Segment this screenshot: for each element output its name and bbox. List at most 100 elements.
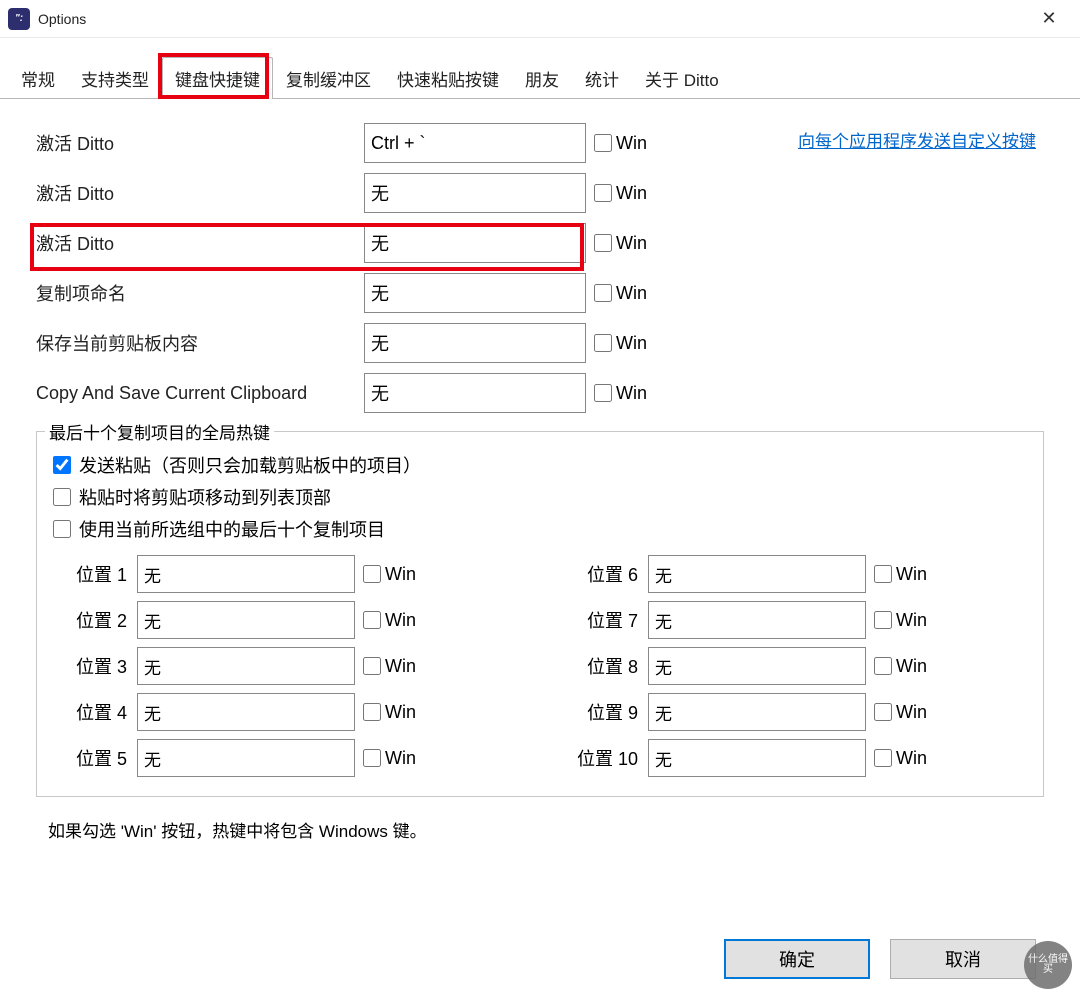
tab-keyboard[interactable]: 键盘快捷键 [162, 57, 273, 99]
position-input[interactable] [137, 647, 355, 685]
position-label: 位置 7 [560, 607, 648, 633]
position-input[interactable] [648, 693, 866, 731]
position-row-5: 位置 5 Win [49, 738, 520, 778]
position-row-6: 位置 6 Win [560, 554, 1031, 594]
position-input[interactable] [648, 555, 866, 593]
position-row-7: 位置 7 Win [560, 600, 1031, 640]
tab-about[interactable]: 关于 Ditto [632, 57, 732, 99]
hotkey-label: Copy And Save Current Clipboard [36, 383, 364, 404]
hotkey-row-4: 保存当前剪贴板内容 Win [36, 323, 1044, 363]
hotkey-label: 保存当前剪贴板内容 [36, 330, 364, 356]
close-button[interactable]: ✕ [1026, 0, 1072, 38]
position-win-box[interactable] [363, 703, 381, 721]
position-win-box[interactable] [363, 565, 381, 583]
win-checkbox[interactable]: Win [594, 383, 647, 404]
win-checkbox-box[interactable] [594, 284, 612, 302]
win-checkbox-box[interactable] [594, 384, 612, 402]
chk-use-group-box[interactable] [53, 520, 71, 538]
hotkey-label: 复制项命名 [36, 280, 364, 306]
chk-move-top[interactable]: 粘贴时将剪贴项移动到列表顶部 [49, 484, 1031, 510]
position-input[interactable] [137, 739, 355, 777]
tab-bar: 常规 支持类型 键盘快捷键 复制缓冲区 快速粘贴按键 朋友 统计 关于 Ditt… [0, 56, 1080, 99]
position-input[interactable] [648, 739, 866, 777]
win-checkbox-box[interactable] [594, 134, 612, 152]
position-input[interactable] [648, 647, 866, 685]
win-checkbox-box[interactable] [594, 334, 612, 352]
hotkey-label: 激活 Ditto [36, 230, 364, 256]
hotkey-row-5: Copy And Save Current Clipboard Win [36, 373, 1044, 413]
position-win-checkbox[interactable]: Win [363, 656, 416, 677]
position-row-9: 位置 9Win [560, 692, 1031, 732]
hotkey-label: 激活 Ditto [36, 130, 364, 156]
position-win-checkbox[interactable]: Win [874, 748, 927, 769]
tab-content: 向每个应用程序发送自定义按键 激活 DittoWin激活 DittoWin激活 … [0, 99, 1080, 852]
hotkey-row-1: 激活 DittoWin [36, 173, 1044, 213]
position-win-box[interactable] [363, 749, 381, 767]
position-win-box[interactable] [874, 657, 892, 675]
group-title: 最后十个复制项目的全局热键 [45, 419, 274, 444]
dialog-footer: 确定 取消 [724, 939, 1036, 979]
hotkey-input[interactable] [364, 373, 586, 413]
hotkey-input[interactable] [364, 223, 586, 263]
position-label: 位置 5 [49, 745, 137, 771]
app-icon: ": [8, 8, 30, 30]
win-checkbox[interactable]: Win [594, 233, 647, 254]
position-row-8: 位置 8 Win [560, 646, 1031, 686]
position-label: 位置 1 [49, 561, 137, 587]
position-win-box[interactable] [874, 703, 892, 721]
position-row-3: 位置 3 Win [49, 646, 520, 686]
position-win-box[interactable] [874, 565, 892, 583]
position-win-checkbox[interactable]: Win [363, 610, 416, 631]
win-checkbox[interactable]: Win [594, 283, 647, 304]
chk-send-paste[interactable]: 发送粘贴（否则只会加载剪贴板中的项目） [49, 452, 1031, 478]
win-checkbox-box[interactable] [594, 184, 612, 202]
chk-move-top-box[interactable] [53, 488, 71, 506]
position-row-1: 位置 1 Win [49, 554, 520, 594]
win-checkbox-box[interactable] [594, 234, 612, 252]
tab-types[interactable]: 支持类型 [68, 57, 162, 99]
position-label: 位置 6 [560, 561, 648, 587]
position-input[interactable] [137, 555, 355, 593]
watermark-badge: 什么值得买 [1024, 941, 1072, 989]
win-note: 如果勾选 'Win' 按钮，热键中将包含 Windows 键。 [48, 817, 1044, 842]
window-title: Options [38, 11, 86, 27]
position-win-checkbox[interactable]: Win [874, 564, 927, 585]
position-win-checkbox[interactable]: Win [363, 702, 416, 723]
position-win-box[interactable] [363, 611, 381, 629]
hotkey-input[interactable] [364, 273, 586, 313]
position-win-checkbox[interactable]: Win [874, 610, 927, 631]
hotkey-input[interactable] [364, 123, 586, 163]
ok-button[interactable]: 确定 [724, 939, 870, 979]
tab-quickpaste[interactable]: 快速粘贴按键 [384, 57, 512, 99]
hotkey-row-3: 复制项命名 Win [36, 273, 1044, 313]
position-win-checkbox[interactable]: Win [874, 702, 927, 723]
position-row-10: 位置 10Win [560, 738, 1031, 778]
send-custom-keys-link[interactable]: 向每个应用程序发送自定义按键 [798, 127, 1036, 152]
position-label: 位置 2 [49, 607, 137, 633]
chk-send-paste-box[interactable] [53, 456, 71, 474]
position-win-checkbox[interactable]: Win [363, 564, 416, 585]
win-checkbox[interactable]: Win [594, 183, 647, 204]
position-win-checkbox[interactable]: Win [874, 656, 927, 677]
hotkey-input[interactable] [364, 173, 586, 213]
chk-use-group[interactable]: 使用当前所选组中的最后十个复制项目 [49, 516, 1031, 542]
position-input[interactable] [137, 693, 355, 731]
tab-general[interactable]: 常规 [8, 57, 68, 99]
hotkey-input[interactable] [364, 323, 586, 363]
win-checkbox[interactable]: Win [594, 333, 647, 354]
hotkey-row-2: 激活 Ditto Win [36, 223, 1044, 263]
tab-buffer[interactable]: 复制缓冲区 [273, 57, 384, 99]
position-row-2: 位置 2 Win [49, 600, 520, 640]
position-input[interactable] [137, 601, 355, 639]
win-checkbox[interactable]: Win [594, 133, 647, 154]
cancel-button[interactable]: 取消 [890, 939, 1036, 979]
tab-stats[interactable]: 统计 [572, 57, 632, 99]
position-input[interactable] [648, 601, 866, 639]
position-win-box[interactable] [874, 749, 892, 767]
position-win-checkbox[interactable]: Win [363, 748, 416, 769]
tab-friends[interactable]: 朋友 [512, 57, 572, 99]
position-win-box[interactable] [363, 657, 381, 675]
position-label: 位置 3 [49, 653, 137, 679]
position-label: 位置 8 [560, 653, 648, 679]
position-win-box[interactable] [874, 611, 892, 629]
